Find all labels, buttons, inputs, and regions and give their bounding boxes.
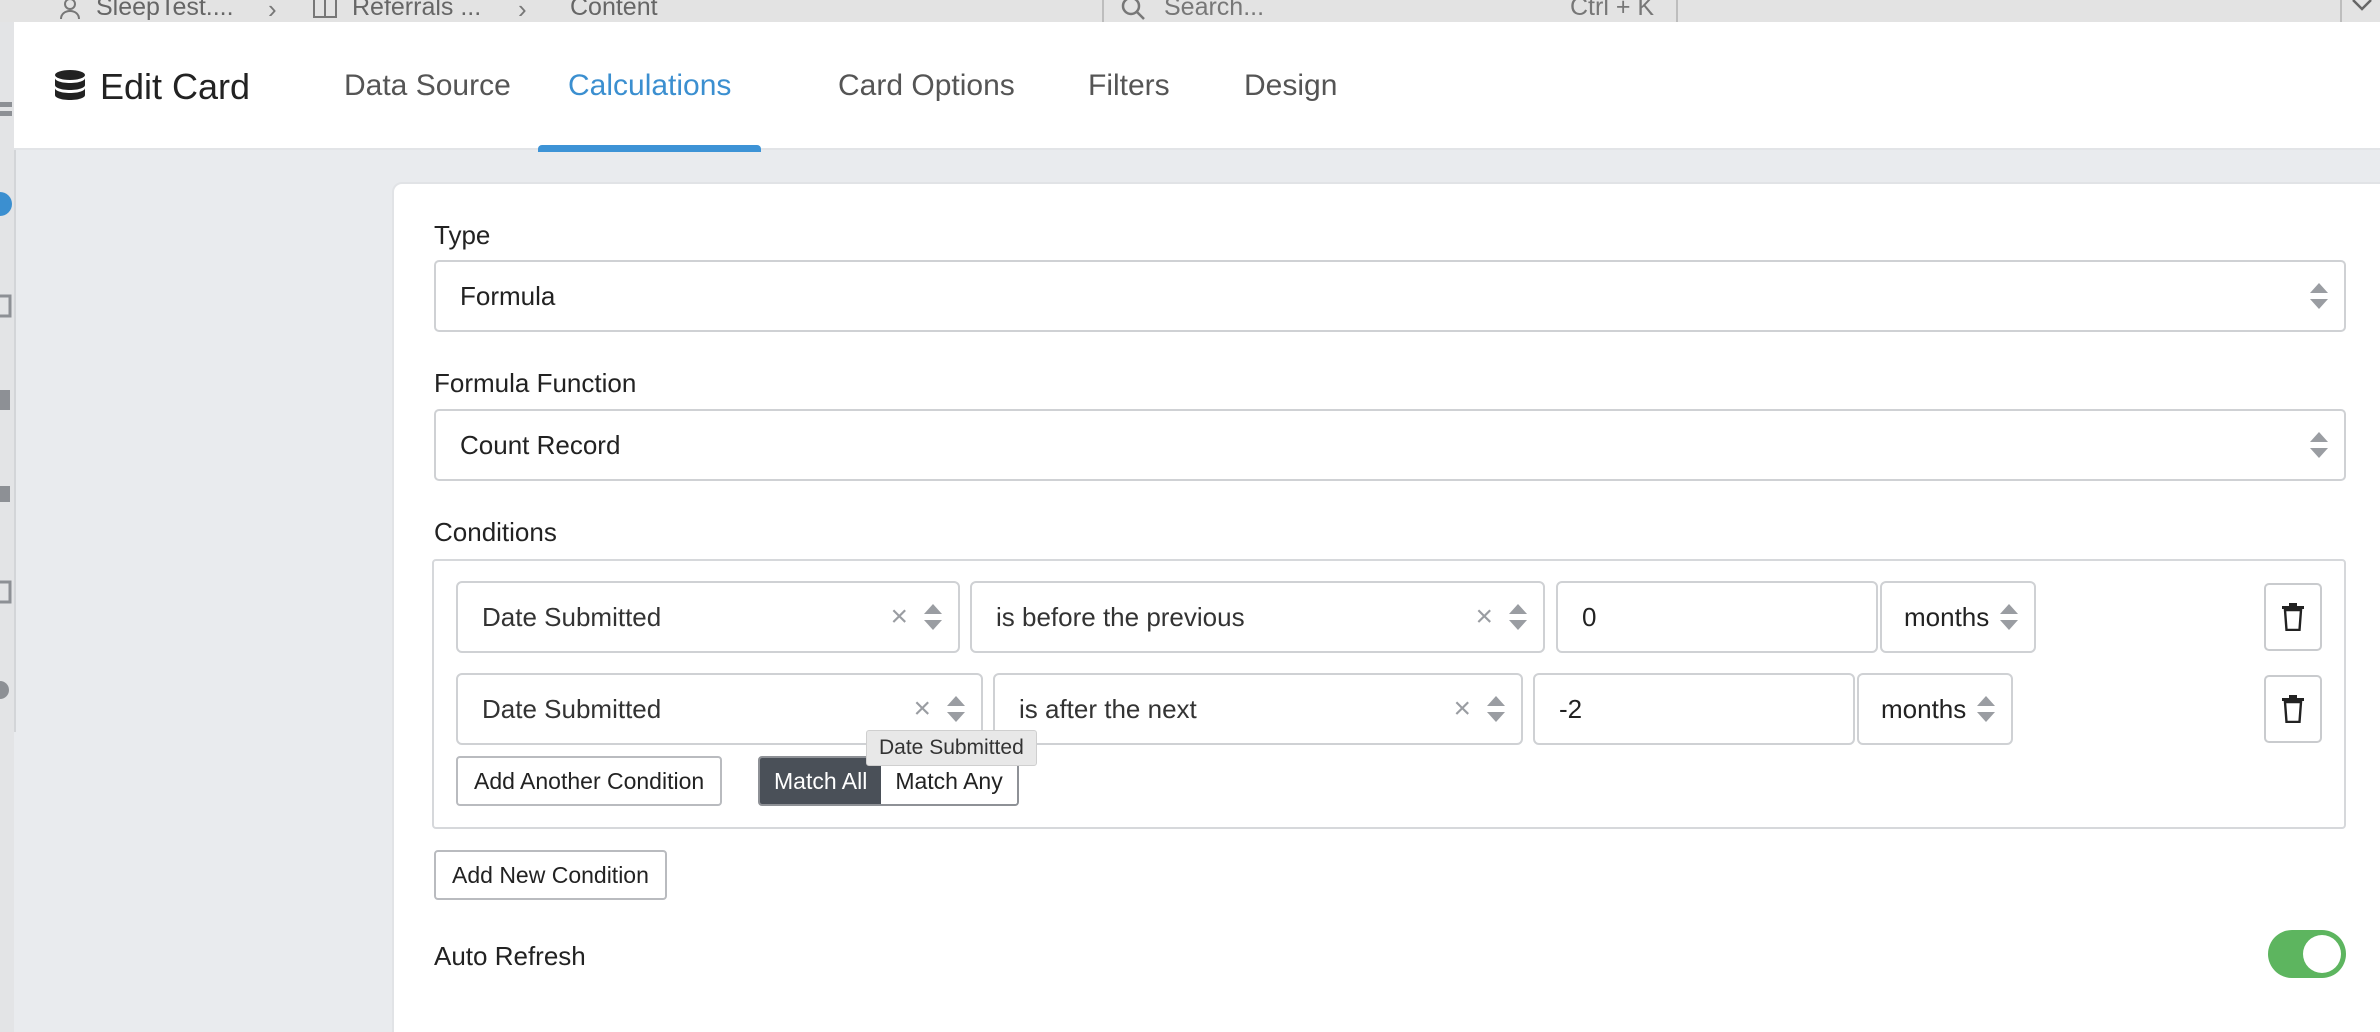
select-arrows-icon	[2310, 283, 2328, 309]
global-search[interactable]: Search...	[1120, 0, 1264, 22]
select-arrows-icon	[924, 604, 942, 630]
search-icon	[1121, 0, 1145, 20]
tab-filters[interactable]: Filters	[1058, 22, 1200, 150]
monitor-icon[interactable]	[0, 482, 14, 510]
clear-icon[interactable]: ×	[913, 692, 931, 726]
user-icon	[60, 0, 80, 19]
archive-icon[interactable]	[0, 578, 14, 606]
select-arrows-icon	[1487, 696, 1505, 722]
condition-value-input[interactable]: -2	[1533, 673, 1855, 745]
auto-refresh-toggle[interactable]	[2268, 930, 2346, 978]
clear-icon[interactable]: ×	[1453, 692, 1471, 726]
text-icon[interactable]	[0, 292, 14, 320]
formula-function-value: Count Record	[460, 429, 621, 460]
breadcrumb-item-referrals[interactable]: Referrals ...	[312, 0, 481, 22]
page-title-text: Edit Card	[100, 66, 251, 107]
delete-condition-button[interactable]	[2264, 583, 2322, 651]
left-navigation-rail	[0, 22, 14, 1032]
tab-design[interactable]: Design	[1214, 22, 1367, 150]
add-new-condition-button[interactable]: Add New Condition	[434, 850, 667, 900]
search-placeholder: Search...	[1164, 0, 1265, 21]
condition-operator-value: is after the next	[1019, 693, 1197, 724]
add-page-icon[interactable]	[0, 190, 14, 218]
tab-calculations[interactable]: Calculations	[538, 22, 762, 152]
image-icon[interactable]	[0, 386, 14, 414]
condition-value-text: 0	[1582, 601, 1597, 632]
breadcrumb-item-sleeptest[interactable]: SleepTest....	[58, 0, 234, 22]
condition-operator-value: is before the previous	[996, 601, 1245, 632]
chevron-down-icon[interactable]	[2350, 0, 2374, 14]
condition-value-text: -2	[1559, 693, 1583, 724]
add-another-condition-button[interactable]: Add Another Condition	[456, 756, 723, 806]
delete-condition-button[interactable]	[2264, 675, 2322, 743]
formula-function-select[interactable]: Count Record	[434, 409, 2346, 481]
condition-operator-select[interactable]: is before the previous ×	[970, 581, 1545, 653]
divider	[2340, 0, 2342, 22]
clear-icon[interactable]: ×	[1475, 600, 1493, 634]
clear-icon[interactable]: ×	[890, 600, 908, 634]
match-all-button[interactable]: Match All	[760, 758, 882, 804]
database-icon	[55, 70, 85, 100]
trash-icon	[2282, 603, 2304, 631]
toggle-knob	[2303, 935, 2341, 973]
auto-refresh-label: Auto Refresh	[434, 941, 586, 971]
condition-unit-select[interactable]: months	[1880, 581, 2036, 653]
condition-operator-select[interactable]: is after the next ×	[993, 673, 1523, 745]
divider	[1102, 0, 1104, 22]
condition-unit-value: months	[1904, 601, 1990, 632]
breadcrumb-label: Referrals ...	[352, 0, 482, 21]
breadcrumb-item-content[interactable]: Content	[570, 0, 658, 22]
conditions-label: Conditions	[434, 517, 557, 547]
condition-field-value: Date Submitted	[482, 601, 662, 632]
divider	[1676, 0, 1678, 22]
edit-card-header: Edit Card Data Source Calculations Card …	[14, 22, 2380, 152]
type-select-value: Formula	[460, 280, 556, 311]
trash-icon	[2282, 695, 2304, 723]
type-label: Type	[434, 220, 491, 250]
condition-unit-value: months	[1881, 693, 1967, 724]
select-arrows-icon	[1509, 604, 1527, 630]
book-icon	[313, 0, 337, 18]
condition-field-select[interactable]: Date Submitted ×	[456, 581, 960, 653]
select-arrows-icon	[1977, 696, 1995, 722]
field-tooltip: Date Submitted	[866, 730, 1037, 766]
chevron-right-icon: ›	[518, 0, 527, 22]
breadcrumb-label: Content	[570, 0, 658, 21]
select-arrows-icon	[2310, 432, 2328, 458]
chevron-right-icon: ›	[268, 0, 277, 22]
type-select[interactable]: Formula	[434, 260, 2346, 332]
search-shortcut: Ctrl + K	[1570, 0, 1655, 21]
formula-function-label: Formula Function	[434, 368, 637, 398]
tab-card-options[interactable]: Card Options	[808, 22, 1045, 150]
gear-icon[interactable]	[0, 676, 14, 704]
top-breadcrumb-bar: SleepTest.... › Referrals ... › Content …	[0, 0, 2380, 22]
page-title: Edit Card	[54, 66, 250, 108]
select-arrows-icon	[947, 696, 965, 722]
condition-value-input[interactable]: 0	[1556, 581, 1878, 653]
breadcrumb-label: SleepTest....	[96, 0, 234, 21]
tab-data-source[interactable]: Data Source	[314, 22, 541, 150]
condition-unit-select[interactable]: months	[1857, 673, 2013, 745]
select-arrows-icon	[2000, 604, 2018, 630]
condition-field-value: Date Submitted	[482, 693, 662, 724]
list-icon[interactable]	[0, 98, 14, 126]
